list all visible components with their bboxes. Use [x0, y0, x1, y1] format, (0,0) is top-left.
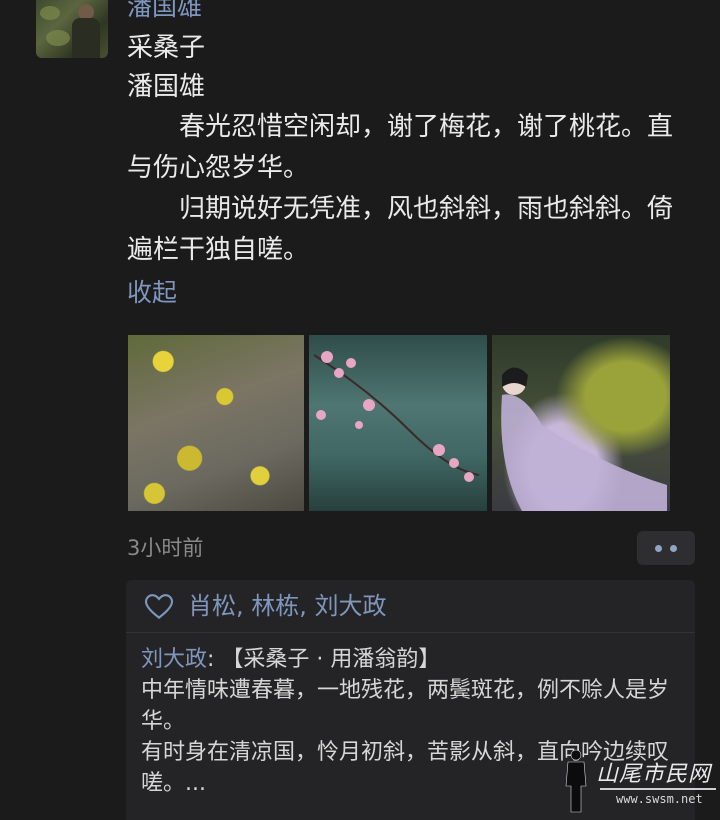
- photo-lady-in-garden[interactable]: [492, 335, 670, 511]
- more-actions-button[interactable]: [637, 531, 695, 565]
- blossom-branch-drawing: [313, 351, 480, 482]
- poem-stanza-2: 归期说好无凭准，风也斜斜，雨也斜斜。倚遍栏干独自嗟。: [127, 194, 674, 265]
- avatar-foliage: [40, 6, 60, 20]
- liker-name[interactable]: 刘大政: [315, 592, 387, 620]
- site-watermark: 山尾市民网 www.swsm.net: [556, 748, 720, 818]
- liker-separator: ,: [299, 592, 315, 620]
- post-timestamp: 3小时前: [127, 536, 204, 560]
- comment-title: 【采桑子 · 用潘翁韵】: [221, 647, 441, 672]
- watermark-underline: [600, 788, 716, 790]
- comment-author[interactable]: 刘大政: [141, 647, 207, 672]
- avatar-foliage: [46, 30, 70, 46]
- watermark-title: 山尾市民网: [596, 762, 712, 787]
- comment-colon: :: [207, 647, 222, 672]
- liker-name[interactable]: 肖松: [188, 592, 236, 620]
- post-author-name[interactable]: 潘国雄: [127, 0, 687, 20]
- avatar-body: [72, 18, 100, 58]
- silhouette-figure-icon: [565, 749, 587, 813]
- poem-author: 潘国雄: [127, 72, 206, 102]
- photo-peach-blossom-rain[interactable]: [309, 335, 487, 511]
- more-dot-icon: [670, 545, 677, 552]
- poem-stanza-1: 春光忍惜空闲却，谢了梅花，谢了桃花。直与伤心怨岁华。: [127, 112, 674, 183]
- photo-yellow-flowers[interactable]: [128, 335, 304, 511]
- heart-icon: [144, 594, 174, 619]
- moment-post: 潘国雄 采桑子 潘国雄 春光忍惜空闲却，谢了梅花，谢了桃花。直与伤心怨岁华。 归…: [127, 0, 687, 313]
- comment-header: 刘大政: 【采桑子 · 用潘翁韵】: [141, 644, 691, 675]
- author-avatar[interactable]: [36, 0, 108, 58]
- liker-name[interactable]: 林栋: [251, 592, 299, 620]
- liker-separator: ,: [236, 592, 252, 620]
- likes-list: 肖松, 林栋, 刘大政: [188, 589, 387, 623]
- collapse-link[interactable]: 收起: [127, 273, 687, 313]
- lady-figure-drawing: [501, 367, 667, 511]
- poem-title: 采桑子: [127, 33, 206, 63]
- likes-row: 肖松, 林栋, 刘大政: [126, 580, 695, 633]
- more-dot-icon: [655, 545, 662, 552]
- comment-line-1: 中年情味遭春暮，一地残花，两鬓斑花，例不赊人是岁华。: [141, 678, 670, 734]
- watermark-url: www.swsm.net: [616, 792, 703, 806]
